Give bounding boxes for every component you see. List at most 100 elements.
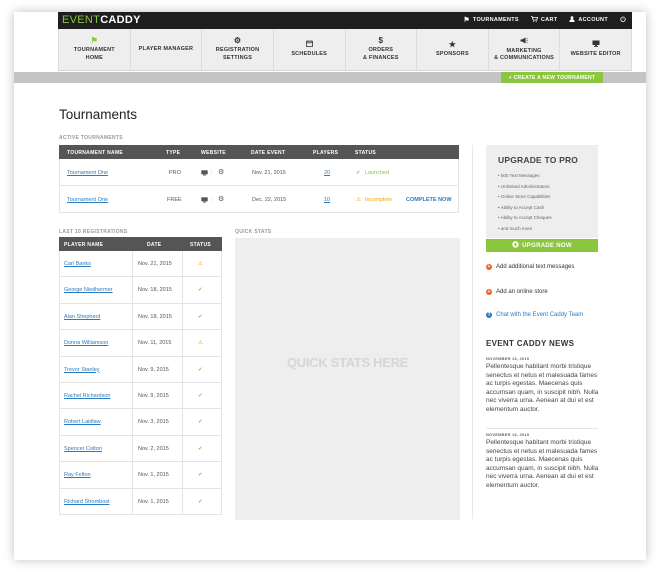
nav-website-editor[interactable]: WEBSITE EDITOR	[560, 29, 632, 70]
check-icon: ✔	[198, 287, 203, 294]
topnav-account[interactable]: ACCOUNT	[569, 16, 608, 24]
player-name-link[interactable]: Donna Williamson	[64, 340, 108, 346]
col-tournament-name: TOURNAMENT NAME	[67, 150, 124, 156]
registration-date: Nov. 21, 2015	[138, 261, 172, 267]
players-count-link[interactable]: 20	[324, 170, 330, 176]
table-row: Rachel Richardson Nov. 9, 2015 ✔	[59, 382, 222, 410]
player-name-link[interactable]: Rachel Richardson	[64, 393, 110, 399]
registration-date: Nov. 1, 2015	[138, 498, 169, 505]
topnav-logout[interactable]	[620, 16, 626, 24]
divider	[132, 488, 133, 514]
col-players: PLAYERS	[313, 150, 339, 156]
warning-icon: ⚠	[198, 261, 203, 267]
logo-part2: CADDY	[100, 14, 141, 26]
registration-date: Nov. 1, 2015	[138, 472, 169, 479]
gear-icon[interactable]: ⚙	[218, 195, 224, 203]
nav-tournament-home[interactable]: ⚑ TOURNAMENT HOME	[58, 29, 131, 70]
nav-schedules[interactable]: SCHEDULES	[274, 29, 346, 70]
gear-icon: ⚙	[233, 36, 242, 46]
divider	[182, 303, 183, 330]
upgrade-title: UPGRADE TO PRO	[498, 155, 579, 165]
player-name-link[interactable]: Spencer Colton	[64, 446, 102, 452]
divider: |	[211, 197, 213, 203]
table-header: TOURNAMENT NAME TYPE WEBSITE DATE EVENT …	[59, 145, 459, 159]
upgrade-features: • 500 Text Messages • Unlimited Administ…	[498, 171, 552, 234]
upgrade-now-button[interactable]: UPGRADE NOW	[486, 239, 598, 252]
registrations-table: PLAYER NAME DATE STATUS Carl Banks Nov. 2…	[59, 237, 222, 515]
player-name-link[interactable]: Carl Banks	[64, 261, 91, 267]
plus-circle-icon: +	[486, 264, 492, 270]
news-item: NOVEMBER 16, 2015 Pellentesque habitant …	[486, 432, 604, 490]
nav-sponsors[interactable]: ★ SPONSORS	[417, 29, 489, 70]
complete-now-link[interactable]: COMPLETE NOW	[406, 197, 452, 203]
chat-link[interactable]: ? Chat with the Event Caddy Team	[486, 312, 583, 318]
players-count-link[interactable]: 10	[324, 197, 330, 203]
nav-registration-settings[interactable]: ⚙ REGISTRATION SETTINGS	[202, 29, 274, 70]
table-row: Donna Williamson Nov. 11, 2015 ⚠	[59, 330, 222, 357]
player-name-link[interactable]: Richard Strombost	[64, 499, 110, 505]
main-nav: ⚑ TOURNAMENT HOME PLAYER MANAGER ⚙ REGIS…	[58, 29, 632, 71]
player-name-link[interactable]: Ray Felton	[64, 472, 91, 478]
news-body: Pellentesque habitant morbi tristique se…	[486, 439, 599, 489]
megaphone-icon	[520, 37, 528, 46]
app-window: EVENTCADDY ⚑ TOURNAMENTS CART ACCOUNT ⚑ …	[14, 12, 646, 560]
divider	[182, 356, 183, 382]
topnav-account-label: ACCOUNT	[578, 17, 608, 23]
gear-icon[interactable]: ⚙	[218, 168, 224, 176]
divider	[132, 251, 133, 277]
player-name-link[interactable]: Alan Shepherd	[64, 314, 100, 320]
nav-website-editor-label: WEBSITE EDITOR	[570, 51, 621, 58]
topnav-tournaments[interactable]: ⚑ TOURNAMENTS	[463, 16, 519, 24]
tournament-name-link[interactable]: Tournament One	[67, 170, 108, 176]
create-tournament-button[interactable]: + CREATE A NEW TOURNAMENT	[501, 72, 603, 83]
divider: |	[211, 170, 213, 176]
player-name-link[interactable]: Trevor Stanley	[64, 367, 100, 373]
divider	[182, 251, 183, 277]
topnav-cart-label: CART	[540, 17, 558, 23]
registration-date: Nov. 2, 2015	[138, 445, 169, 452]
table-row: Tournament One PRO | ⚙ Nov. 21, 2015 20 …	[59, 159, 459, 186]
news-title: EVENT CADDY NEWS	[486, 339, 575, 348]
check-icon: ✔	[198, 472, 203, 479]
monitor-icon[interactable]	[201, 170, 208, 178]
check-icon: ✔	[198, 419, 203, 426]
nav-marketing[interactable]: MARKETING & COMMUNICATIONS	[489, 29, 561, 70]
nav-registration-settings-label: REGISTRATION SETTINGS	[215, 47, 260, 61]
flag-icon: ⚑	[90, 36, 98, 46]
table-row: Spencer Colton Nov. 2, 2015 ✔	[59, 435, 222, 463]
registration-date: Nov. 9, 2015	[138, 392, 169, 399]
nav-player-manager[interactable]: PLAYER MANAGER	[131, 29, 203, 70]
table-row: Robert Laidlaw Nov. 3, 2015 ✔	[59, 409, 222, 436]
registrations-label: LAST 10 REGISTRATIONS	[59, 229, 128, 235]
cart-icon	[530, 16, 539, 24]
table-row: Alan Shepherd Nov. 18, 2015 ✔	[59, 303, 222, 331]
feature-item: • Ability to Accept Cash	[498, 204, 545, 210]
status-text: Incomplete	[365, 197, 392, 203]
nav-orders-finances[interactable]: $ ORDERS & FINANCES	[346, 29, 418, 70]
add-text-messages-link[interactable]: + Add additional text messages	[486, 264, 574, 270]
topnav-cart[interactable]: CART	[530, 16, 558, 24]
monitor-icon[interactable]	[201, 197, 208, 205]
player-name-link[interactable]: George Niedhermer	[64, 287, 113, 293]
upgrade-panel: UPGRADE TO PRO • 500 Text Messages • Unl…	[486, 145, 598, 238]
topnav-tournaments-label: TOURNAMENTS	[472, 17, 519, 23]
col-status: STATUS	[355, 150, 377, 156]
feature-item: • and much more	[498, 225, 533, 231]
add-online-store-link[interactable]: + Add an online store	[486, 289, 548, 295]
tournament-name-link[interactable]: Tournament One	[67, 197, 108, 203]
flag-icon: ⚑	[463, 16, 470, 24]
power-icon	[620, 16, 626, 24]
registrations-rows: Carl Banks Nov. 21, 2015 ⚠ George Niedherme…	[59, 251, 222, 515]
player-name-link[interactable]: Robert Laidlaw	[64, 419, 101, 425]
registration-date: Nov. 3, 2015	[138, 419, 169, 426]
upgrade-now-label: UPGRADE NOW	[522, 242, 572, 249]
logo[interactable]: EVENTCADDY	[62, 14, 141, 26]
nav-orders-finances-label: ORDERS & FINANCES	[363, 47, 399, 61]
news-date: NOVEMBER 16, 2015	[486, 356, 530, 361]
arrow-up-circle-icon	[512, 241, 519, 250]
divider	[132, 435, 133, 462]
registration-date: Nov. 9, 2015	[138, 366, 169, 373]
col-type: TYPE	[166, 150, 181, 156]
calendar-icon	[305, 40, 313, 49]
table-row: Carl Banks Nov. 21, 2015 ⚠	[59, 251, 222, 278]
